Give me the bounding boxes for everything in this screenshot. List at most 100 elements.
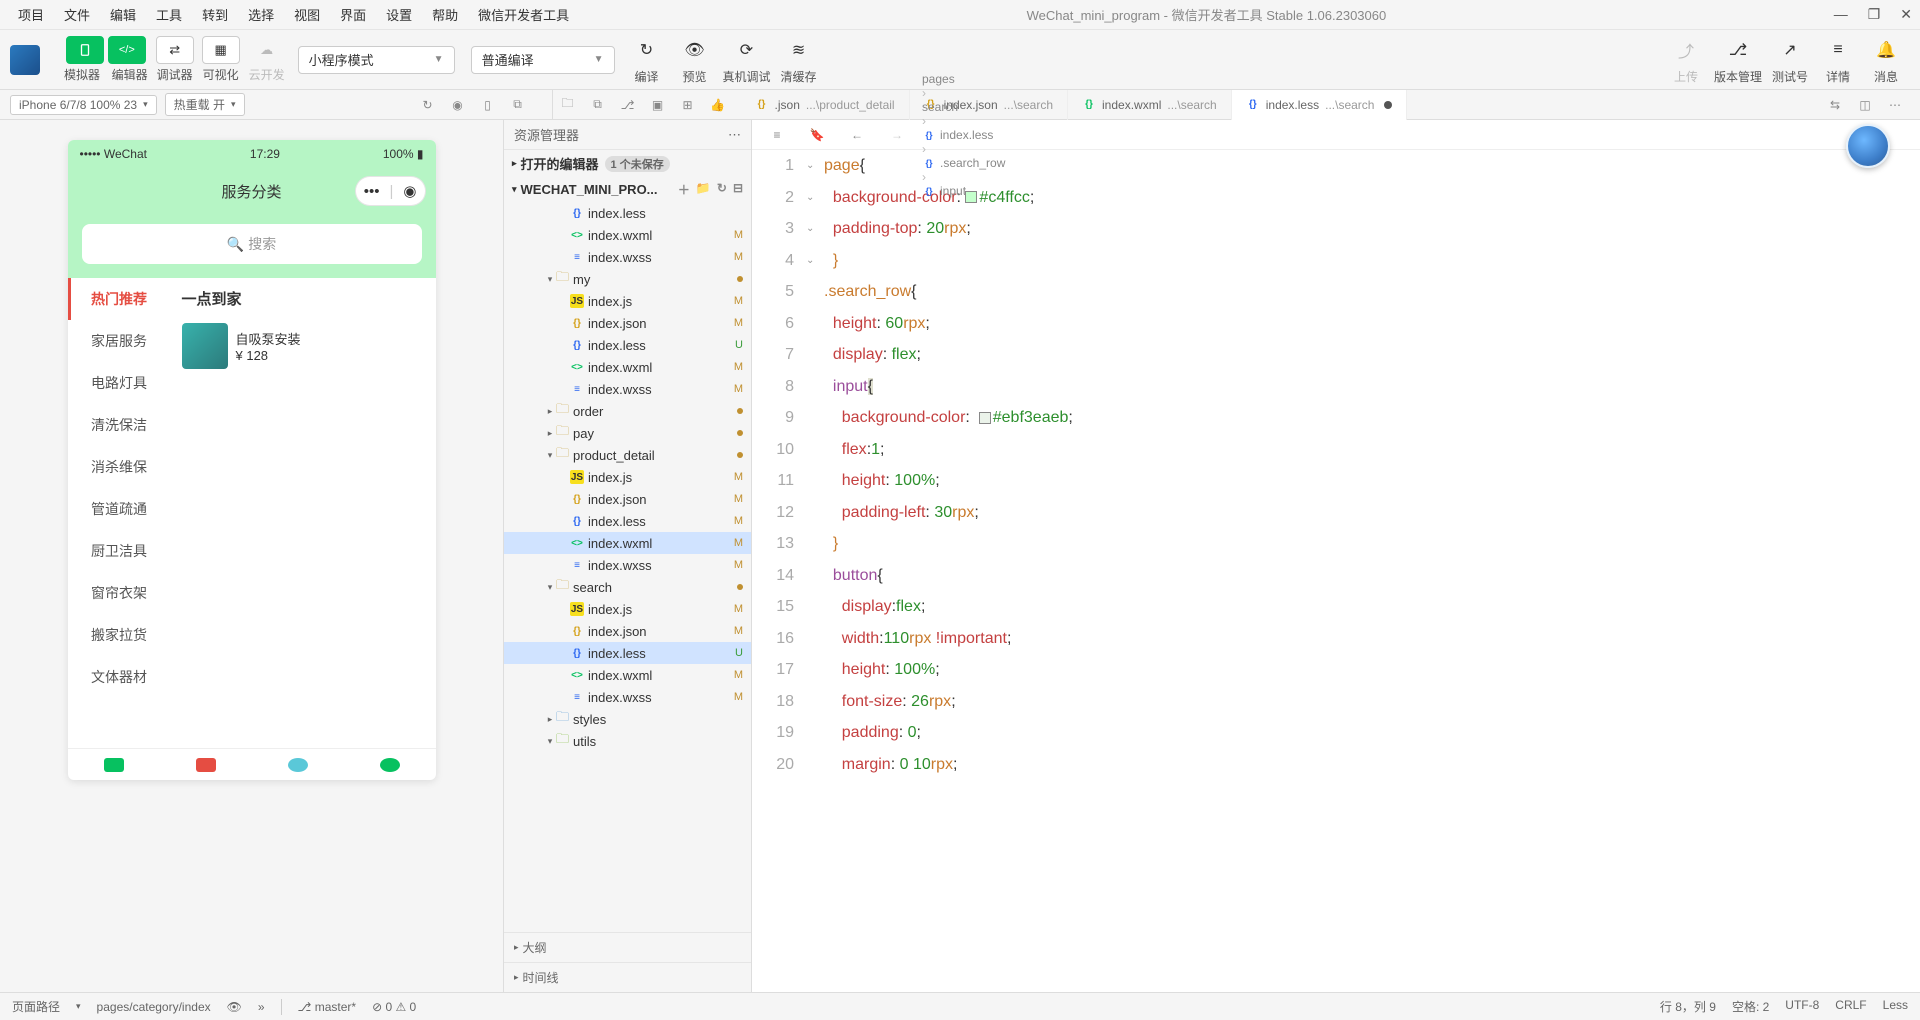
sidebar-category[interactable]: 厨卫洁具 bbox=[68, 530, 168, 572]
editor-tab[interactable]: {}index.less...\search bbox=[1232, 90, 1408, 120]
new-folder-icon[interactable]: 📁 bbox=[696, 181, 711, 198]
cursor-position[interactable]: 行 8，列 9 bbox=[1660, 998, 1716, 1015]
tree-file[interactable]: JSindex.jsM bbox=[504, 466, 751, 488]
tab-home-icon[interactable] bbox=[104, 758, 124, 772]
nav-back-icon[interactable]: ← bbox=[845, 123, 869, 147]
search-input[interactable]: 🔍 搜索 bbox=[82, 224, 422, 264]
tree-file[interactable]: JSindex.jsM bbox=[504, 290, 751, 312]
timeline-section[interactable]: ▸时间线 bbox=[504, 962, 751, 992]
sidebar-category[interactable]: 电路灯具 bbox=[68, 362, 168, 404]
sidebar-category[interactable]: 窗帘衣架 bbox=[68, 572, 168, 614]
editor-tab[interactable]: {}.json...\product_detail bbox=[741, 90, 910, 120]
debugger-button[interactable]: ⇄ bbox=[156, 36, 194, 64]
menu-编辑[interactable]: 编辑 bbox=[100, 5, 146, 24]
window-maximize[interactable]: ❐ bbox=[1868, 6, 1881, 23]
page-path-value[interactable]: pages/category/index bbox=[97, 1000, 211, 1014]
indent-status[interactable]: 空格: 2 bbox=[1732, 998, 1769, 1015]
tab-cart-icon[interactable] bbox=[288, 758, 308, 772]
copy-icon[interactable]: ⧉ bbox=[586, 93, 610, 117]
sidebar-category[interactable]: 消杀维保 bbox=[68, 446, 168, 488]
breadcrumb-item[interactable]: {}input bbox=[922, 184, 1005, 198]
tree-file[interactable]: {}index.jsonM bbox=[504, 312, 751, 334]
menu-视图[interactable]: 视图 bbox=[284, 5, 330, 24]
lang-status[interactable]: Less bbox=[1883, 998, 1908, 1015]
tree-folder[interactable]: ▾🗀my bbox=[504, 268, 751, 290]
tree-folder[interactable]: ▾🗀product_detail bbox=[504, 444, 751, 466]
menu-选择[interactable]: 选择 bbox=[238, 5, 284, 24]
breadcrumb-item[interactable]: pages bbox=[922, 72, 1005, 86]
hotreload-select[interactable]: 热重载 开▾ bbox=[165, 93, 245, 116]
tree-file[interactable]: ≡index.wxssM bbox=[504, 246, 751, 268]
menu-转到[interactable]: 转到 bbox=[192, 5, 238, 24]
capsule-close-icon[interactable]: ◉ bbox=[403, 182, 416, 200]
refresh-icon[interactable]: ↻ bbox=[416, 93, 440, 117]
compare-icon[interactable]: ⇆ bbox=[1823, 93, 1847, 117]
menu-项目[interactable]: 项目 bbox=[8, 5, 54, 24]
menu-帮助[interactable]: 帮助 bbox=[422, 5, 468, 24]
sidebar-category[interactable]: 热门推荐 bbox=[68, 278, 168, 320]
tab-category-icon[interactable] bbox=[196, 758, 216, 772]
branch-status[interactable]: ⎇ master* bbox=[298, 1000, 357, 1014]
window-minimize[interactable]: — bbox=[1834, 6, 1848, 23]
explorer-more-icon[interactable]: ⋯ bbox=[728, 127, 741, 143]
branch-icon[interactable]: ⎇ bbox=[616, 93, 640, 117]
sidebar-category[interactable]: 家居服务 bbox=[68, 320, 168, 362]
mode-select[interactable]: 小程序模式▼ bbox=[298, 46, 455, 74]
nav-fwd-icon[interactable]: → bbox=[885, 123, 909, 147]
refresh-tree-icon[interactable]: ↻ bbox=[717, 181, 727, 198]
eol-status[interactable]: CRLF bbox=[1835, 998, 1866, 1015]
encoding-status[interactable]: UTF-8 bbox=[1785, 998, 1819, 1015]
version-button[interactable]: ⎇ bbox=[1722, 34, 1754, 66]
menu-微信开发者工具[interactable]: 微信开发者工具 bbox=[468, 5, 579, 24]
split-icon[interactable]: ◫ bbox=[1853, 93, 1877, 117]
sidebar-category[interactable]: 管道疏通 bbox=[68, 488, 168, 530]
eye-icon[interactable]: 👁 bbox=[227, 1000, 242, 1014]
collapse-tree-icon[interactable]: ⊟ bbox=[733, 181, 743, 198]
clear-cache-button[interactable]: ≋ bbox=[783, 34, 815, 66]
user-avatar[interactable] bbox=[1846, 124, 1890, 168]
project-section[interactable]: ▾WECHAT_MINI_PRO... ＋📁↻⊟ bbox=[504, 177, 751, 202]
popout-icon[interactable]: ⧉ bbox=[506, 93, 530, 117]
code-editor[interactable]: 1234567891011121314151617181920 ⌄⌄⌄⌄ pag… bbox=[752, 150, 1920, 992]
project-avatar[interactable] bbox=[10, 45, 40, 75]
menu-文件[interactable]: 文件 bbox=[54, 5, 100, 24]
visual-button[interactable]: ▦ bbox=[202, 36, 240, 64]
double-arrow-icon[interactable]: » bbox=[258, 1000, 265, 1014]
terminal-icon[interactable]: ▣ bbox=[646, 93, 670, 117]
device-icon[interactable]: ▯ bbox=[476, 93, 500, 117]
tree-file[interactable]: <>index.wxmlM bbox=[504, 664, 751, 686]
capsule-menu-icon[interactable]: ••• bbox=[364, 183, 380, 200]
breadcrumb-item[interactable]: search bbox=[922, 100, 1005, 114]
tree-file[interactable]: {}index.lessM bbox=[504, 510, 751, 532]
detail-button[interactable]: ≡ bbox=[1822, 34, 1854, 66]
preview-button[interactable]: 👁 bbox=[679, 34, 711, 66]
tree-file[interactable]: <>index.wxmlM bbox=[504, 224, 751, 246]
tree-file[interactable]: {}index.jsonM bbox=[504, 488, 751, 510]
product-card[interactable]: 自吸泵安装 ¥ 128 bbox=[182, 323, 422, 369]
tree-folder[interactable]: ▸🗀pay bbox=[504, 422, 751, 444]
compile-mode-select[interactable]: 普通编译▼ bbox=[471, 46, 615, 74]
menu-界面[interactable]: 界面 bbox=[330, 5, 376, 24]
record-icon[interactable]: ◉ bbox=[446, 93, 470, 117]
tree-folder[interactable]: ▾🗀utils bbox=[504, 730, 751, 752]
tree-file[interactable]: {}index.lessU bbox=[504, 334, 751, 356]
ext-icon[interactable]: ⊞ bbox=[676, 93, 700, 117]
bookmark-icon[interactable]: 🔖 bbox=[805, 123, 829, 147]
upload-button[interactable]: ⤴ bbox=[1670, 34, 1702, 66]
menu-工具[interactable]: 工具 bbox=[146, 5, 192, 24]
thumb-icon[interactable]: 👍 bbox=[706, 93, 730, 117]
msg-button[interactable]: 🔔 bbox=[1870, 34, 1902, 66]
more-tabs-icon[interactable]: ⋯ bbox=[1883, 93, 1907, 117]
tree-file[interactable]: {}index.lessU bbox=[504, 642, 751, 664]
tree-file[interactable]: ≡index.wxssM bbox=[504, 378, 751, 400]
sidebar-category[interactable]: 文体器材 bbox=[68, 656, 168, 698]
breadcrumb-item[interactable]: {}index.less bbox=[922, 128, 1005, 142]
editor-tab[interactable]: {}index.wxml...\search bbox=[1068, 90, 1232, 120]
window-close[interactable]: ✕ bbox=[1900, 6, 1912, 23]
compile-button[interactable]: ↻ bbox=[631, 34, 663, 66]
simulator-button[interactable] bbox=[66, 36, 104, 64]
new-file-icon[interactable]: ＋ bbox=[678, 181, 690, 198]
menu-设置[interactable]: 设置 bbox=[376, 5, 422, 24]
tree-file[interactable]: {}index.jsonM bbox=[504, 620, 751, 642]
open-editors-section[interactable]: ▸打开的编辑器1 个未保存 bbox=[504, 150, 751, 177]
